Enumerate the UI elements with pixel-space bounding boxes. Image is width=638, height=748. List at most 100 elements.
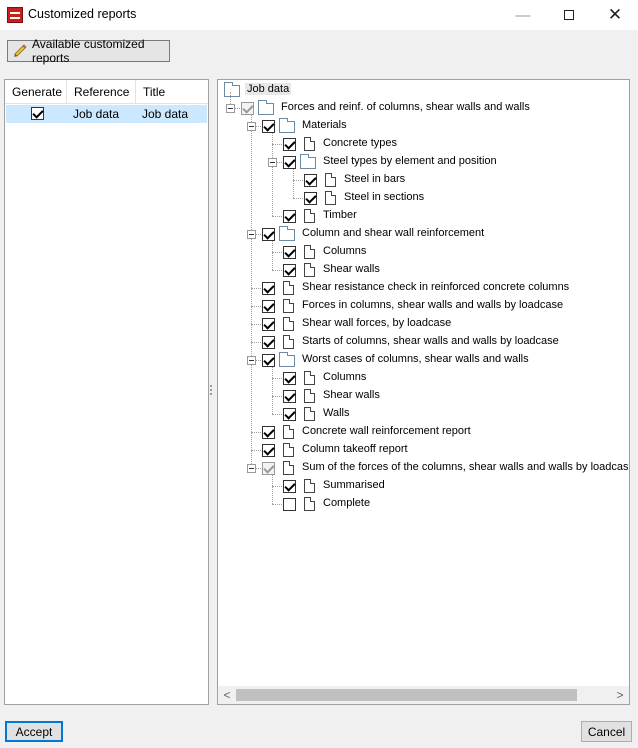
column-header-generate[interactable]: Generate [5,80,67,104]
maximize-button[interactable] [546,0,592,30]
tree-item-concrete-types[interactable]: Concrete types [218,135,629,153]
tree-item-steel-in-sections[interactable]: Steel in sections [218,189,629,207]
tree-item-checkbox[interactable] [262,354,275,367]
tree-item-checkbox[interactable] [262,318,275,331]
minimize-button[interactable]: — [500,0,546,30]
tree-item-label: Timber [323,209,357,221]
collapse-icon[interactable] [247,464,256,473]
tree-item-checkbox[interactable] [262,300,275,313]
tree-item-label: Shear wall forces, by loadcase [302,317,452,329]
tree-item-checkbox[interactable] [262,426,275,439]
tree-item-columns[interactable]: Columns [218,243,629,261]
generate-cell [6,105,67,123]
tree-item-timber[interactable]: Timber [218,207,629,225]
document-icon [283,281,294,295]
tree-item-checkbox[interactable] [283,210,296,223]
tree-item-checkbox[interactable] [283,408,296,421]
tree-item-checkbox[interactable] [283,390,296,403]
tree-item-worst-cases-of-columns-shear-walls-and-walls[interactable]: Worst cases of columns, shear walls and … [218,351,629,369]
document-icon [283,425,294,439]
tree-item-label: Forces and reinf. of columns, shear wall… [281,101,530,113]
tree-item-label: Columns [323,371,367,383]
tree-item-steel-types-by-element-and-position[interactable]: Steel types by element and position [218,153,629,171]
tree-item-shear-resistance-check-in-reinforced-concrete-columns[interactable]: Shear resistance check in reinforced con… [218,279,629,297]
tree-item-complete[interactable]: Complete [218,495,629,513]
tree-item-checkbox[interactable] [262,336,275,349]
tree-item-walls[interactable]: Walls [218,405,629,423]
reports-grid: Generate Reference Title Job data Job da… [4,79,209,705]
generate-checkbox[interactable] [31,107,44,120]
tree-item-forces-in-columns-shear-walls-and-walls-by-loadcase[interactable]: Forces in columns, shear walls and walls… [218,297,629,315]
tree-item-steel-in-bars[interactable]: Steel in bars [218,171,629,189]
tree-item-columns[interactable]: Columns [218,369,629,387]
document-icon [325,191,336,205]
scroll-right-icon[interactable]: > [611,686,629,704]
close-button[interactable]: ✕ [592,0,638,30]
available-reports-button[interactable]: Available customized reports [7,37,170,65]
tree-item-checkbox[interactable] [283,138,296,151]
tree-item-checkbox[interactable] [283,480,296,493]
title-bar: Customized reports — ✕ [0,0,638,30]
close-icon: ✕ [607,5,623,24]
tree-item-shear-walls[interactable]: Shear walls [218,261,629,279]
tree-item-materials[interactable]: Materials [218,117,629,135]
tree-root-label: Job data [245,83,292,95]
table-row[interactable]: Job data Job data [6,105,207,123]
app-icon [7,7,23,23]
folder-icon [279,352,295,367]
collapse-icon[interactable] [226,104,235,113]
tree-item-label: Materials [302,119,347,131]
tree-item-checkbox[interactable] [262,282,275,295]
tree-item-checkbox[interactable] [262,120,275,133]
tree-item-column-and-shear-wall-reinforcement[interactable]: Column and shear wall reinforcement [218,225,629,243]
column-header-title[interactable]: Title [136,80,208,104]
title-cell: Job data [142,107,189,121]
tree-item-shear-wall-forces-by-loadcase[interactable]: Shear wall forces, by loadcase [218,315,629,333]
folder-icon [279,226,295,241]
tree-item-checkbox[interactable] [283,372,296,385]
collapse-icon[interactable] [247,230,256,239]
tree-item-checkbox[interactable] [283,246,296,259]
collapse-icon[interactable] [268,158,277,167]
tree-item-checkbox[interactable] [304,174,317,187]
tree-item-checkbox[interactable] [283,156,296,169]
tree-item-starts-of-columns-shear-walls-and-walls-by-loadcase[interactable]: Starts of columns, shear walls and walls… [218,333,629,351]
tree-item-label: Concrete types [323,137,397,149]
cancel-button[interactable]: Cancel [581,721,632,742]
tree-item-label: Column and shear wall reinforcement [302,227,485,239]
accept-button[interactable]: Accept [5,721,63,742]
tree-item-label: Sum of the forces of the columns, shear … [302,461,630,473]
collapse-icon[interactable] [247,122,256,131]
tree-item-label: Column takeoff report [302,443,408,455]
horizontal-scrollbar[interactable]: < > [218,686,629,704]
tree-item-checkbox[interactable] [283,264,296,277]
tree-item-label: Complete [323,497,371,509]
tree-item-checkbox[interactable] [283,498,296,511]
splitter-handle[interactable] [210,385,212,399]
collapse-icon[interactable] [247,356,256,365]
tree-item-label: Steel in sections [344,191,425,203]
tree-item-concrete-wall-reinforcement-report[interactable]: Concrete wall reinforcement report [218,423,629,441]
tree-item-checkbox[interactable] [304,192,317,205]
scroll-left-icon[interactable]: < [218,686,236,704]
tree-item-label: Steel in bars [344,173,406,185]
tree-item-label: Shear walls [323,389,380,401]
tree-item-label: Starts of columns, shear walls and walls… [302,335,559,347]
tree-item-checkbox[interactable] [262,444,275,457]
scroll-thumb[interactable] [236,689,577,701]
maximize-icon [564,10,574,20]
column-header-reference[interactable]: Reference [67,80,136,104]
tree-item-shear-walls[interactable]: Shear walls [218,387,629,405]
window-title: Customized reports [28,7,137,21]
tree-item-checkbox[interactable] [262,228,275,241]
report-tree: Job data Forces and reinf. of columns, s… [218,80,629,686]
tree-item-forces-and-reinf-of-columns-shear-walls-and-walls[interactable]: Forces and reinf. of columns, shear wall… [218,99,629,117]
tree-item-label: Worst cases of columns, shear walls and … [302,353,529,365]
document-icon [304,209,315,223]
tree-item-checkbox[interactable] [262,462,275,475]
tree-item-sum-of-the-forces-of-the-columns-shear-walls-and-walls-by-loadcase-and[interactable]: Sum of the forces of the columns, shear … [218,459,629,477]
tree-item-summarised[interactable]: Summarised [218,477,629,495]
tree-item-column-takeoff-report[interactable]: Column takeoff report [218,441,629,459]
document-icon [283,299,294,313]
tree-item-checkbox[interactable] [241,102,254,115]
